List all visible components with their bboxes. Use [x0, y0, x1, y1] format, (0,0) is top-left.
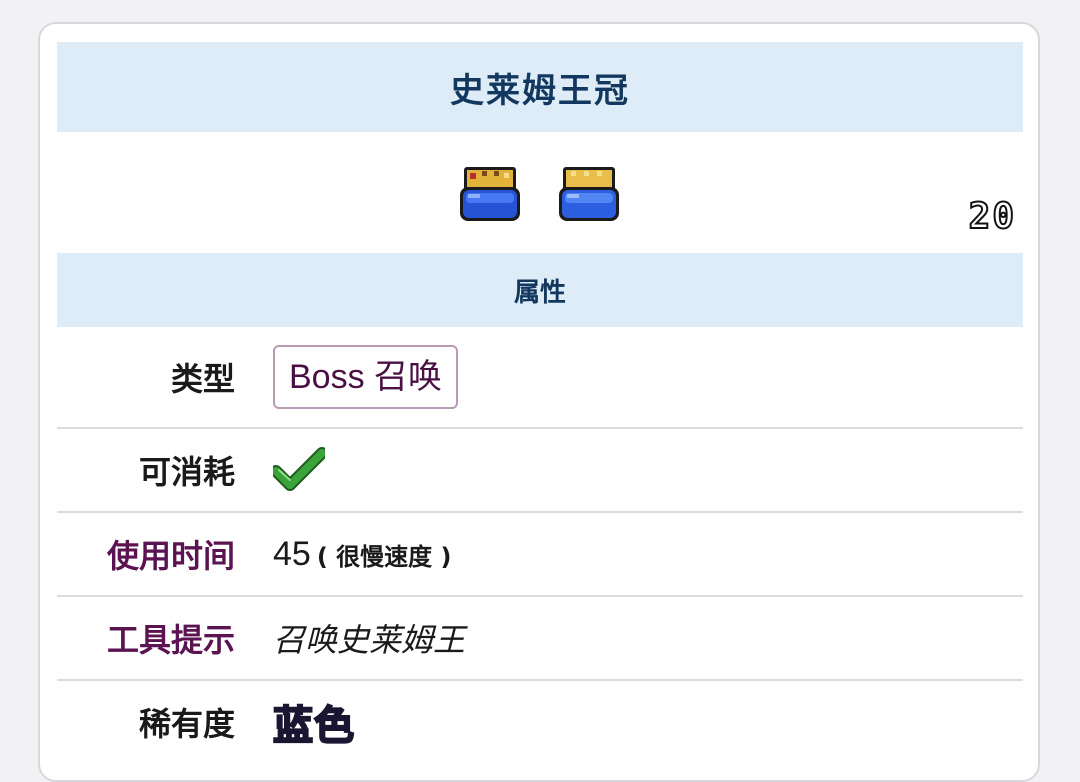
- rarity-label: 稀有度: [138, 705, 235, 743]
- type-label: 类型: [170, 360, 235, 398]
- slime-crown-sprite-icon: [559, 167, 619, 221]
- rarity-value: 蓝色: [272, 702, 355, 750]
- use-time-value: 45: [273, 534, 311, 573]
- use-time-label[interactable]: 使用时间: [57, 531, 235, 577]
- stack-count: 20: [968, 195, 1016, 238]
- slime-crown-sprite-icon: [460, 167, 520, 221]
- type-row: 类型 Boss 召唤: [57, 327, 1023, 429]
- consumable-label: 可消耗: [138, 453, 235, 491]
- tooltip-label[interactable]: 工具提示: [57, 615, 235, 661]
- rarity-row: 稀有度 蓝色: [57, 681, 1023, 763]
- tooltip-value: 召唤史莱姆王: [273, 621, 466, 659]
- properties-section-title: 属性: [513, 277, 566, 308]
- type-value-link[interactable]: Boss 召唤: [273, 345, 459, 409]
- use-time-speed-note: ( 很慢速度 ): [316, 542, 452, 571]
- item-title-bar: 史莱姆王冠: [57, 42, 1023, 132]
- properties-section-header: 属性: [57, 253, 1023, 327]
- item-title: 史莱姆王冠: [450, 70, 630, 111]
- consumable-row: 可消耗: [57, 429, 1023, 513]
- checkmark-icon: [273, 447, 325, 491]
- use-time-row: 使用时间 45 ( 很慢速度 ): [57, 513, 1023, 597]
- tooltip-row: 工具提示 召唤史莱姆王: [57, 597, 1023, 681]
